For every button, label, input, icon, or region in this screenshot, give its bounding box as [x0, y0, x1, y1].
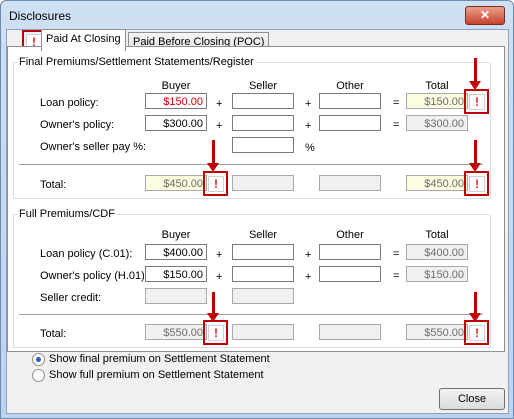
cdf-total-label: Total:	[40, 328, 67, 340]
full-premium-option-label[interactable]: Show full premium on Settlement Statemen…	[49, 369, 264, 381]
annotation-arrow	[207, 292, 219, 322]
col-other: Other	[336, 229, 364, 241]
owner-policy-total-field: $300.00	[406, 115, 468, 131]
cdf-loan-label: Loan policy (C.01):	[40, 248, 133, 260]
cdf-owner-total-field: $150.00	[406, 266, 468, 282]
annotation-arrow	[469, 292, 481, 322]
final-total-other-field	[319, 175, 381, 191]
cdf-loan-seller-field[interactable]	[232, 244, 294, 260]
cdf-loan-total-field: $400.00	[406, 244, 468, 260]
close-icon: ✕	[479, 8, 491, 22]
col-total: Total	[425, 80, 449, 92]
cdf-total-seller-field	[232, 324, 294, 340]
col-seller: Seller	[248, 80, 278, 92]
full-premium-radio[interactable]	[32, 369, 45, 382]
cdf-owner-seller-field[interactable]	[232, 266, 294, 282]
owner-policy-buyer-field[interactable]: $300.00	[145, 115, 207, 131]
annotation-arrow	[469, 140, 481, 172]
owner-seller-pay-field[interactable]	[232, 137, 294, 153]
window-close-button[interactable]: ✕	[465, 6, 505, 25]
cdf-total-other-field	[319, 324, 381, 340]
seller-credit-label: Seller credit:	[40, 292, 102, 304]
owner-seller-pay-label: Owner's seller pay %:	[40, 141, 147, 153]
disclosures-window: Disclosures ✕ ! Paid At Closing Paid Bef…	[0, 0, 514, 419]
owner-policy-label: Owner's policy:	[40, 119, 115, 131]
final-total-buyer-field: $450.00	[145, 175, 207, 191]
divider	[19, 164, 483, 165]
seller-credit-seller-field	[232, 288, 294, 304]
loan-policy-total-field: $150.00	[406, 93, 468, 109]
tab-paid-at-closing[interactable]: Paid At Closing	[41, 29, 126, 51]
col-other: Other	[336, 80, 364, 92]
cdf-owner-label: Owner's policy (H.01):	[40, 270, 148, 282]
loan-policy-other-field[interactable]	[319, 93, 381, 109]
final-total-seller-field	[232, 175, 294, 191]
full-section-title: Full Premiums/CDF	[17, 208, 117, 220]
window-title: Disclosures	[9, 9, 72, 23]
close-button[interactable]: Close	[439, 388, 505, 410]
seller-credit-buyer-field	[145, 288, 207, 304]
final-premium-radio[interactable]	[32, 353, 45, 366]
cdf-loan-other-field[interactable]	[319, 244, 381, 260]
final-total-total-field: $450.00	[406, 175, 468, 191]
annotation-arrow	[469, 58, 481, 90]
loan-policy-seller-field[interactable]	[232, 93, 294, 109]
cdf-owner-other-field[interactable]	[319, 266, 381, 282]
col-seller: Seller	[248, 229, 278, 241]
annotation-highlight	[464, 320, 489, 345]
col-buyer: Buyer	[161, 229, 191, 241]
title-bar: Disclosures ✕	[1, 1, 513, 29]
annotation-arrow	[207, 140, 219, 172]
col-total: Total	[425, 229, 449, 241]
annotation-highlight	[464, 89, 489, 114]
final-section-title: Final Premiums/Settlement Statements/Reg…	[17, 56, 256, 68]
annotation-highlight	[203, 320, 228, 345]
loan-policy-label: Loan policy:	[40, 97, 99, 109]
annotation-highlight	[464, 171, 489, 196]
final-total-label: Total:	[40, 179, 67, 191]
annotation-highlight	[203, 171, 228, 196]
final-premium-option-label[interactable]: Show final premium on Settlement Stateme…	[49, 353, 270, 365]
cdf-total-buyer-field: $550.00	[145, 324, 207, 340]
cdf-owner-buyer-field[interactable]: $150.00	[145, 266, 207, 282]
owner-policy-seller-field[interactable]	[232, 115, 294, 131]
divider	[19, 314, 483, 315]
cdf-loan-buyer-field[interactable]: $400.00	[145, 244, 207, 260]
owner-policy-other-field[interactable]	[319, 115, 381, 131]
col-buyer: Buyer	[161, 80, 191, 92]
loan-policy-buyer-field[interactable]: $150.00	[145, 93, 207, 109]
cdf-total-total-field: $550.00	[406, 324, 468, 340]
